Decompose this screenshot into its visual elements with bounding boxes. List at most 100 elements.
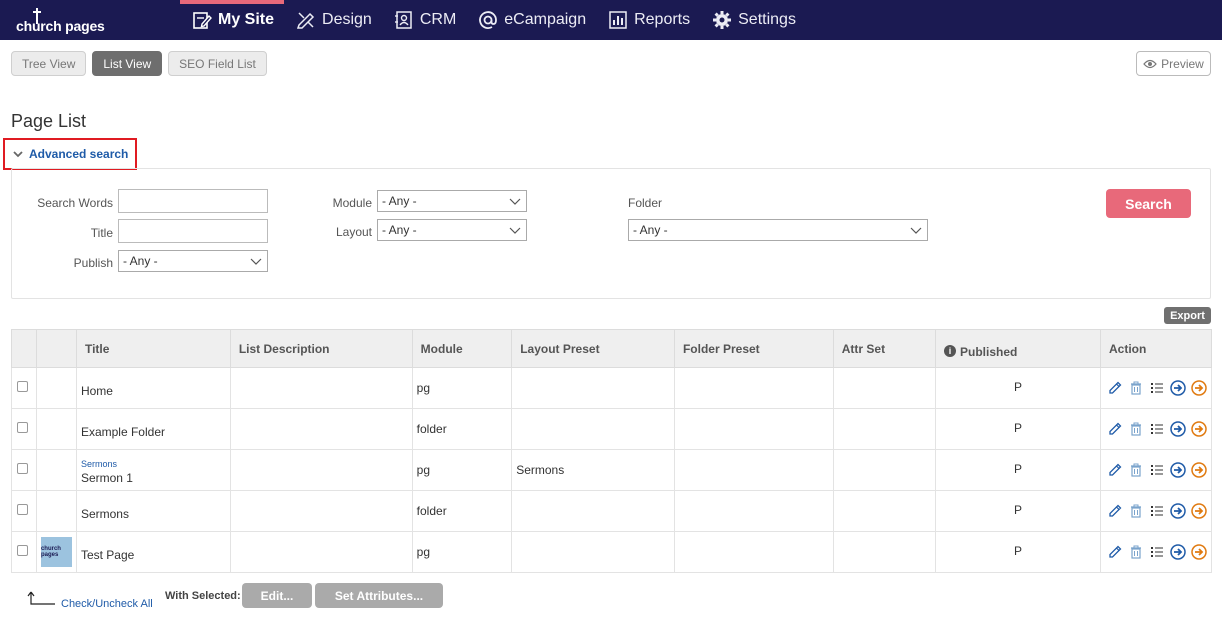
row-actions: [1105, 421, 1207, 437]
published-cell: P: [935, 490, 1101, 532]
go-arrow-orange-icon[interactable]: [1191, 421, 1207, 437]
row-checkbox[interactable]: [17, 504, 28, 515]
folder-preset-cell: [673, 490, 834, 532]
chevron-down-icon: [13, 150, 23, 158]
go-arrow-blue-icon[interactable]: [1170, 380, 1186, 396]
trash-icon[interactable]: [1128, 503, 1144, 519]
search-words-input[interactable]: [118, 189, 268, 213]
trash-icon[interactable]: [1128, 421, 1144, 437]
list-description-cell: [229, 449, 413, 491]
row-actions: [1105, 380, 1207, 396]
published-column-header[interactable]: i Published: [935, 329, 1101, 368]
row-checkbox[interactable]: [17, 381, 28, 392]
go-arrow-blue-icon[interactable]: [1170, 503, 1186, 519]
eye-icon: [1143, 59, 1157, 69]
row-checkbox[interactable]: [17, 545, 28, 556]
go-arrow-orange-icon[interactable]: [1191, 380, 1207, 396]
tree-view-button[interactable]: Tree View: [11, 51, 87, 76]
list-icon[interactable]: [1149, 421, 1165, 437]
row-actions: [1105, 503, 1207, 519]
set-attributes-button[interactable]: Set Attributes...: [315, 583, 443, 608]
check-uncheck-all-link[interactable]: Check/Uncheck All: [61, 598, 153, 610]
nav-settings[interactable]: Settings: [700, 0, 806, 40]
table-row: Sermons Sermon 1 pg Sermons P: [11, 449, 1212, 491]
title-column-header[interactable]: Title: [75, 329, 231, 368]
advanced-search-toggle[interactable]: Advanced search: [3, 138, 137, 170]
nav-crm[interactable]: CRM: [382, 0, 466, 40]
trash-icon[interactable]: [1128, 544, 1144, 560]
list-description-cell: [229, 367, 413, 409]
page-title: Page List: [11, 111, 87, 131]
attr-set-cell: [832, 367, 937, 409]
seo-field-list-button[interactable]: SEO Field List: [168, 51, 267, 76]
folder-select[interactable]: - Any -: [628, 219, 928, 241]
module-cell: folder: [411, 408, 513, 450]
edit-pencil-icon[interactable]: [1107, 462, 1123, 478]
trash-icon[interactable]: [1128, 462, 1144, 478]
layout-preset-cell: [511, 490, 675, 532]
thumbnail-cell: church pages: [35, 531, 77, 573]
nav-design[interactable]: Design: [284, 0, 382, 40]
row-checkbox[interactable]: [17, 463, 28, 474]
edit-pencil-icon[interactable]: [1107, 421, 1123, 437]
module-cell: pg: [411, 531, 513, 573]
preview-label: Preview: [1161, 56, 1204, 71]
list-view-button[interactable]: List View: [92, 51, 163, 76]
nav-label: Settings: [738, 11, 796, 28]
layout-preset-column-header[interactable]: Layout Preset: [511, 329, 675, 368]
title-cell: Sermons Sermon 1: [75, 449, 231, 491]
list-icon[interactable]: [1149, 544, 1165, 560]
action-column-header: Action: [1100, 329, 1212, 368]
table-row: Sermons folder P: [11, 490, 1212, 532]
contact-card-icon: [394, 10, 414, 30]
list-icon[interactable]: [1149, 503, 1165, 519]
go-arrow-orange-icon[interactable]: [1191, 462, 1207, 478]
preview-button[interactable]: Preview: [1136, 51, 1211, 76]
attr-set-column-header[interactable]: Attr Set: [832, 329, 937, 368]
nav-ecampaign[interactable]: eCampaign: [466, 0, 596, 40]
go-arrow-blue-icon[interactable]: [1170, 544, 1186, 560]
trash-icon[interactable]: [1128, 380, 1144, 396]
bulk-edit-button[interactable]: Edit...: [242, 583, 312, 608]
module-cell: pg: [411, 367, 513, 409]
module-select[interactable]: - Any -: [377, 190, 527, 212]
edit-pencil-icon[interactable]: [1107, 544, 1123, 560]
module-column-header[interactable]: Module: [411, 329, 513, 368]
church-pages-logo[interactable]: church pages: [16, 8, 116, 34]
edit-pencil-icon[interactable]: [1107, 380, 1123, 396]
module-cell: folder: [411, 490, 513, 532]
row-checkbox[interactable]: [17, 422, 28, 433]
search-button[interactable]: Search: [1106, 189, 1191, 218]
attr-set-cell: [832, 531, 937, 573]
nav-my-site[interactable]: My Site: [180, 0, 285, 40]
nav-label: Reports: [634, 11, 691, 28]
search-words-label: Search Words: [37, 196, 113, 210]
layout-select[interactable]: - Any -: [377, 219, 527, 241]
list-description-column-header[interactable]: List Description: [229, 329, 413, 368]
page-title-text: Home: [80, 384, 113, 398]
export-button[interactable]: Export: [1164, 307, 1211, 324]
nav-reports[interactable]: Reports: [596, 0, 700, 40]
main-nav: My Site Design CRM eCampaign Reports Set…: [180, 0, 806, 40]
chevron-down-icon: [509, 227, 521, 234]
list-icon[interactable]: [1149, 462, 1165, 478]
list-icon[interactable]: [1149, 380, 1165, 396]
row-actions: [1105, 462, 1207, 478]
page-title-text: Example Folder: [80, 425, 165, 439]
thumbnail-column-header: [35, 329, 77, 368]
publish-select[interactable]: - Any -: [118, 250, 268, 272]
folder-preset-column-header[interactable]: Folder Preset: [673, 329, 834, 368]
title-input[interactable]: [118, 219, 268, 243]
folder-preset-cell: [673, 449, 834, 491]
attr-set-cell: [832, 490, 937, 532]
go-arrow-orange-icon[interactable]: [1191, 503, 1207, 519]
info-icon[interactable]: i: [944, 344, 956, 357]
edit-pencil-icon[interactable]: [1107, 503, 1123, 519]
go-arrow-blue-icon[interactable]: [1170, 421, 1186, 437]
parent-folder-link[interactable]: Sermons: [81, 459, 226, 469]
layout-selected-value: - Any -: [382, 223, 417, 237]
go-arrow-orange-icon[interactable]: [1191, 544, 1207, 560]
table-row: church pages Test Page pg P: [11, 531, 1212, 573]
go-arrow-blue-icon[interactable]: [1170, 462, 1186, 478]
published-cell: P: [935, 531, 1101, 573]
